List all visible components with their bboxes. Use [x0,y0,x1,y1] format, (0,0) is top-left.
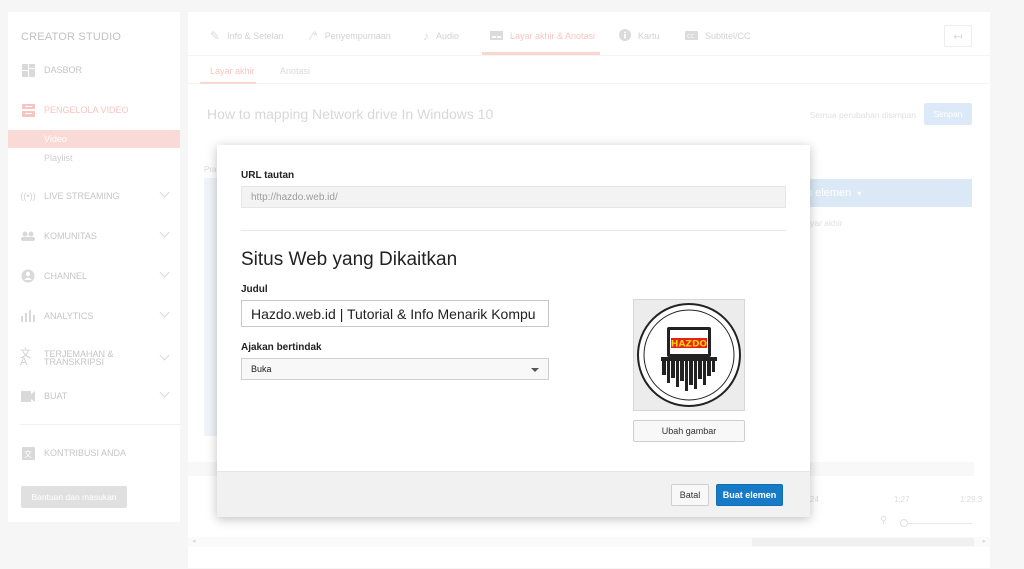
dialog-footer: Batal Buat elemen [217,471,810,517]
create-element-button[interactable]: Buat elemen [716,484,783,506]
cancel-button[interactable]: Batal [671,484,709,506]
dialog-section-title: Situs Web yang Dikaitkan [241,249,458,270]
cta-selected-value: Buka [251,364,272,374]
cta-label: Ajakan bertindak [241,342,322,353]
hazdo-logo-icon: HAZDO [637,303,741,407]
title-input[interactable]: Hazdo.web.id | Tutorial & Info Menarik K… [241,300,549,327]
dropdown-arrow-icon [531,368,539,372]
website-element-dialog: URL tautan http://hazdo.web.id/ Situs We… [217,145,810,517]
url-label: URL tautan [241,170,295,181]
website-image: HAZDO [633,299,745,411]
cta-select[interactable]: Buka [241,358,549,380]
dialog-divider [241,230,786,231]
url-field[interactable]: http://hazdo.web.id/ [241,186,786,208]
change-image-button[interactable]: Ubah gambar [633,420,745,442]
logo-text: HAZDO [671,340,707,350]
title-label: Judul [241,284,268,295]
